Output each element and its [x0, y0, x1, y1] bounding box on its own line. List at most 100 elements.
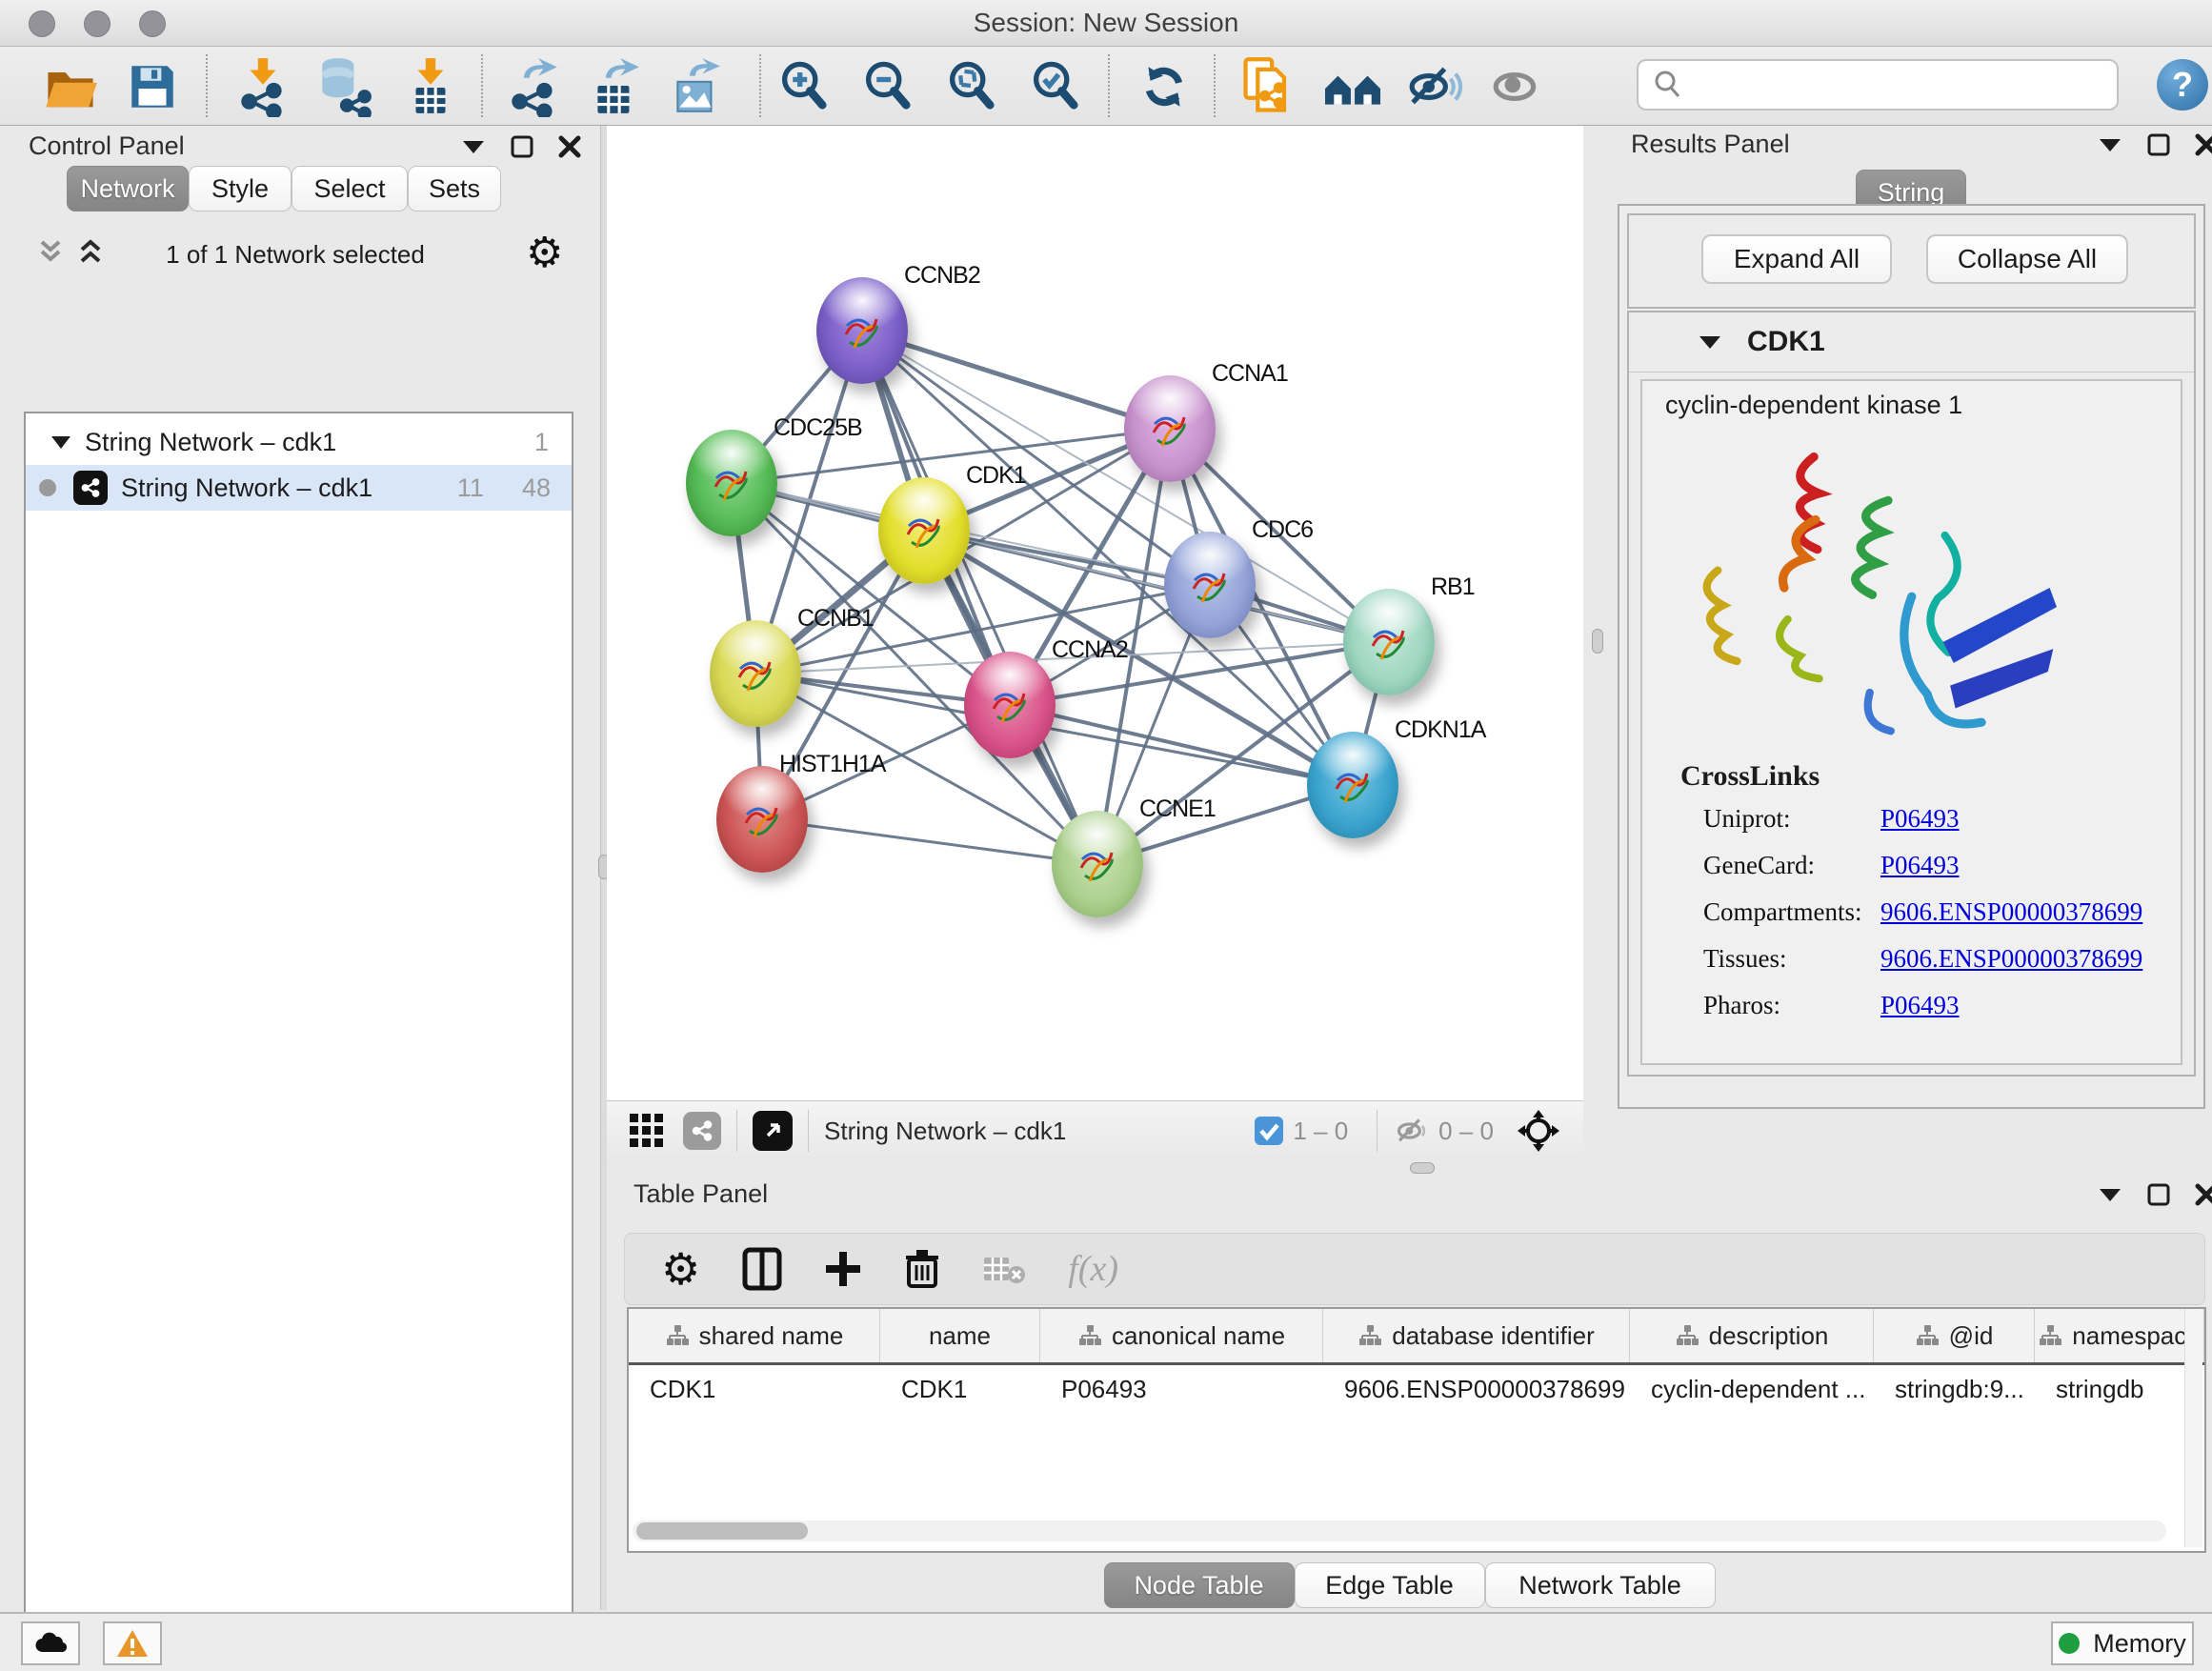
- table-cell[interactable]: P06493: [1040, 1375, 1323, 1404]
- refresh-icon[interactable]: [1134, 56, 1195, 117]
- section-expander-icon[interactable]: [1698, 332, 1722, 352]
- node-HIST1H1A[interactable]: [716, 766, 808, 873]
- gene-section-header[interactable]: CDK1: [1629, 312, 2194, 372]
- zoom-fit-icon[interactable]: [941, 56, 1002, 117]
- collapse-all-icon[interactable]: [36, 236, 65, 267]
- panel-close-icon[interactable]: [2195, 1183, 2212, 1206]
- panel-float-icon[interactable]: [511, 135, 533, 158]
- node-table[interactable]: shared namenamecanonical namedatabase id…: [627, 1307, 2206, 1553]
- tab-edge-table[interactable]: Edge Table: [1295, 1562, 1485, 1608]
- collection-expander-icon[interactable]: [50, 433, 71, 451]
- zoom-selected-icon[interactable]: [1025, 56, 1086, 117]
- memory-button[interactable]: Memory: [2051, 1621, 2194, 1665]
- warning-status-button[interactable]: [103, 1621, 162, 1665]
- column-header-namespace[interactable]: namespace: [2035, 1309, 2204, 1362]
- grid-view-icon[interactable]: [628, 1112, 666, 1150]
- import-network-icon[interactable]: [232, 56, 293, 117]
- crosslink-link[interactable]: P06493: [1880, 991, 1960, 1020]
- vertical-scrollbar[interactable]: [2184, 1309, 2202, 1547]
- node-CDC25B[interactable]: [686, 430, 777, 536]
- import-table-icon[interactable]: [400, 56, 461, 117]
- node-CCNA1[interactable]: [1124, 375, 1216, 482]
- crosslink-link[interactable]: 9606.ENSP00000378699: [1880, 897, 2142, 927]
- column-header-database-identifier[interactable]: database identifier: [1323, 1309, 1630, 1362]
- edge-CCNA2-CDKN1A[interactable]: [1010, 705, 1353, 785]
- edge-CCNB2-CCNE1[interactable]: [862, 331, 1097, 864]
- network-row[interactable]: String Network – cdk1 11 48: [26, 465, 572, 511]
- tab-select[interactable]: Select: [292, 166, 408, 211]
- first-neighbors-icon[interactable]: [1322, 56, 1383, 117]
- table-panel-splitter[interactable]: [607, 1159, 1583, 1174]
- tab-network[interactable]: Network: [67, 166, 189, 211]
- column-header-shared-name[interactable]: shared name: [629, 1309, 880, 1362]
- node-CDC6[interactable]: [1164, 532, 1256, 638]
- cloud-status-button[interactable]: [21, 1621, 80, 1665]
- panel-menu-icon[interactable]: [2098, 135, 2122, 154]
- node-CCNB1[interactable]: [710, 620, 801, 727]
- column-header-name[interactable]: name: [880, 1309, 1040, 1362]
- show-columns-icon[interactable]: [742, 1247, 782, 1291]
- results-panel-splitter[interactable]: [1583, 126, 1610, 1174]
- column-header-description[interactable]: description: [1630, 1309, 1874, 1362]
- delete-column-icon[interactable]: [904, 1248, 940, 1290]
- search-input[interactable]: [1684, 70, 2088, 101]
- hidden-eye-icon[interactable]: [1393, 1114, 1431, 1148]
- help-icon[interactable]: ?: [2157, 59, 2208, 111]
- table-cell[interactable]: CDK1: [880, 1375, 1040, 1404]
- panel-menu-icon[interactable]: [461, 137, 486, 156]
- tab-network-table[interactable]: Network Table: [1485, 1562, 1716, 1608]
- export-image-icon[interactable]: [667, 56, 728, 117]
- search-box[interactable]: [1637, 59, 2119, 111]
- selected-checkbox-icon[interactable]: [1253, 1115, 1285, 1147]
- network-badge-icon[interactable]: [683, 1112, 721, 1150]
- hide-selected-icon[interactable]: [1404, 56, 1465, 117]
- clone-network-icon[interactable]: [1238, 56, 1299, 117]
- table-cell[interactable]: CDK1: [629, 1375, 880, 1404]
- node-RB1[interactable]: [1343, 589, 1435, 695]
- save-session-icon[interactable]: [122, 56, 183, 117]
- tab-node-table[interactable]: Node Table: [1104, 1562, 1295, 1608]
- horizontal-scrollbar[interactable]: [633, 1520, 2166, 1541]
- zoom-in-icon[interactable]: [774, 56, 835, 117]
- node-CDKN1A[interactable]: [1307, 732, 1398, 838]
- expand-all-icon[interactable]: [76, 236, 105, 267]
- splitter-handle[interactable]: [1592, 629, 1603, 654]
- table-cell[interactable]: cyclin-dependent ...: [1630, 1375, 1874, 1404]
- table-settings-gear-icon[interactable]: ⚙: [661, 1247, 700, 1291]
- export-table-icon[interactable]: [585, 56, 646, 117]
- pan-crosshair-icon[interactable]: [1517, 1109, 1560, 1153]
- zoom-out-icon[interactable]: [857, 56, 918, 117]
- horizontal-scrollbar-thumb[interactable]: [636, 1522, 808, 1540]
- crosslink-link[interactable]: P06493: [1880, 804, 1960, 834]
- import-database-icon[interactable]: [312, 56, 373, 117]
- table-row[interactable]: CDK1CDK1P064939606.ENSP00000378699cyclin…: [629, 1365, 2204, 1413]
- expand-all-button[interactable]: Expand All: [1701, 234, 1892, 284]
- panel-float-icon[interactable]: [2147, 133, 2170, 156]
- crosslink-link[interactable]: P06493: [1880, 851, 1960, 880]
- node-CCNE1[interactable]: [1052, 811, 1143, 917]
- node-CCNA2[interactable]: [964, 652, 1056, 758]
- open-file-icon[interactable]: [40, 56, 101, 117]
- show-all-icon[interactable]: [1486, 56, 1547, 117]
- panel-close-icon[interactable]: [558, 135, 581, 158]
- network-options-gear-icon[interactable]: ⚙: [526, 229, 563, 277]
- edge-HIST1H1A-CCNE1[interactable]: [762, 819, 1097, 864]
- table-cell[interactable]: stringdb:9...: [1874, 1375, 2035, 1404]
- network-canvas[interactable]: CCNB2CCNA1CDC25BCDK1CDC6RB1CCNB1CCNA2CDK…: [607, 126, 1583, 1100]
- collapse-all-button[interactable]: Collapse All: [1926, 234, 2128, 284]
- export-network-icon[interactable]: [503, 56, 564, 117]
- table-cell[interactable]: 9606.ENSP00000378699: [1323, 1375, 1630, 1404]
- add-column-icon[interactable]: [824, 1250, 862, 1288]
- birds-eye-view-icon[interactable]: [753, 1111, 793, 1151]
- column-header-canonical-name[interactable]: canonical name: [1040, 1309, 1323, 1362]
- node-CCNB2[interactable]: [816, 277, 908, 384]
- network-collection-row[interactable]: String Network – cdk1 1: [26, 419, 572, 465]
- node-CDK1[interactable]: [878, 477, 970, 584]
- crosslink-link[interactable]: 9606.ENSP00000378699: [1880, 944, 2142, 974]
- tab-sets[interactable]: Sets: [408, 166, 501, 211]
- column-header--id[interactable]: @id: [1874, 1309, 2035, 1362]
- table-cell[interactable]: stringdb: [2035, 1375, 2204, 1404]
- tab-style[interactable]: Style: [189, 166, 292, 211]
- panel-menu-icon[interactable]: [2098, 1185, 2122, 1204]
- edge-CCNB2-CCNA1[interactable]: [862, 331, 1170, 429]
